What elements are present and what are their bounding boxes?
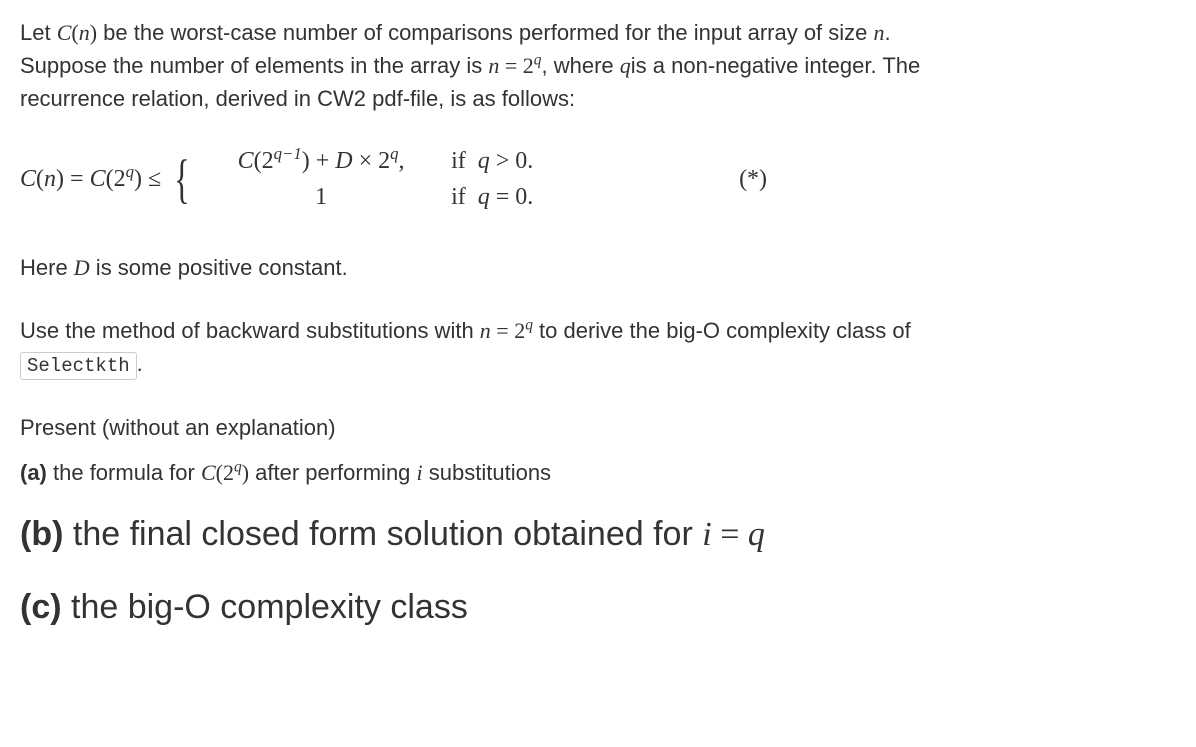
recurrence-equation: C(n) = C(2q) ≤ { C(2q−1) + D × 2q, if q … — [20, 143, 1176, 215]
math-C2q: C(2q) — [201, 460, 249, 485]
part-b: (b) the final closed form solution obtai… — [20, 507, 1176, 562]
case-row-2: 1 if q = 0. — [191, 179, 591, 215]
math-D: D — [74, 255, 90, 280]
eq-lhs: C(n) = C(2q) ≤ — [20, 161, 161, 197]
intro-text-6: is a non-negative integer. The — [631, 53, 920, 78]
present-line: Present (without an explanation) — [20, 411, 1176, 444]
intro-text-5: , where — [542, 53, 620, 78]
math-n-eq-2q: n = 2q — [480, 318, 533, 343]
equation-label: (*) — [739, 161, 767, 197]
intro-paragraph: Let C(n) be the worst-case number of com… — [20, 16, 1176, 115]
part-c-label: (c) — [20, 588, 62, 626]
instruction-paragraph: Use the method of backward substitutions… — [20, 314, 1176, 381]
part-a-label: (a) — [20, 460, 47, 485]
constant-note: Here D is some positive constant. — [20, 251, 1176, 284]
part-b-label: (b) — [20, 515, 63, 553]
intro-text-1: Let — [20, 20, 57, 45]
part-c: (c) the big-O complexity class — [20, 580, 1176, 634]
part-a: (a) the formula for C(2q) after performi… — [20, 456, 1176, 489]
math-q: q — [620, 53, 631, 78]
intro-text-3: . — [885, 20, 891, 45]
math-n-eq: n = 2q — [488, 53, 541, 78]
intro-text-4: Suppose the number of elements in the ar… — [20, 53, 488, 78]
intro-text-2: be the worst-case number of comparisons … — [97, 20, 873, 45]
case-row-1: C(2q−1) + D × 2q, if q > 0. — [191, 143, 591, 179]
code-selectkth: Selectkth — [20, 352, 137, 380]
math-i-eq-q: i = q — [702, 516, 765, 553]
math-Cn: C(n) — [57, 20, 97, 45]
math-n: n — [874, 20, 885, 45]
left-brace: { — [174, 143, 190, 215]
intro-text-7: recurrence relation, derived in CW2 pdf-… — [20, 86, 575, 111]
eq-brace-cases: { C(2q−1) + D × 2q, if q > 0. 1 if q = 0… — [169, 143, 591, 215]
